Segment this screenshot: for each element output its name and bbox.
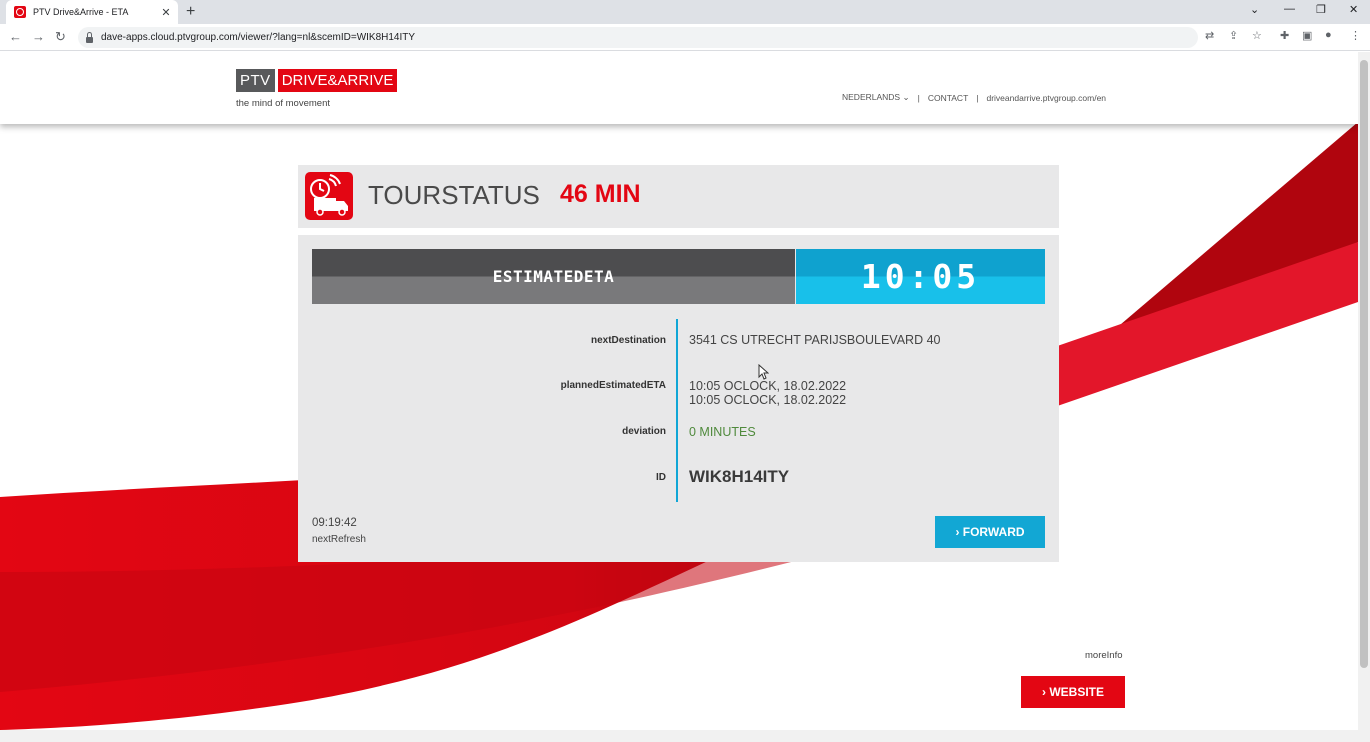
website-button[interactable]: › WEBSITE [1021,676,1125,708]
chevron-down-icon: ⌄ [900,92,910,102]
site-header: PTV DRIVE&ARRIVE the mind of movement NE… [0,52,1358,124]
tagline: the mind of movement [236,98,330,109]
contact-link[interactable]: CONTACT [928,93,968,103]
lock-icon [86,31,93,43]
eta-card: ESTIMATEDETA 10:05 nextDestination 3541 … [298,235,1059,562]
side-panel-icon[interactable]: ▣ [1302,29,1312,42]
close-tab-icon[interactable]: ✕ [158,6,174,19]
next-destination-value: 3541 CS UTRECHT PARIJSBOULEVARD 40 [689,333,941,347]
top-navigation: NEDERLANDS ⌄ | CONTACT | driveandarrive.… [842,92,1106,103]
tour-status-title: TOURSTATUS [368,180,540,210]
planned-eta-label: plannedEstimatedETA [560,380,666,391]
deviation-value: 0 MINUTES [689,425,756,439]
nav-separator: | [976,92,979,103]
next-destination-label: nextDestination [590,335,666,346]
close-window-icon[interactable]: ✕ [1349,3,1358,16]
tab-title: PTV Drive&Arrive - ETA [33,7,129,17]
tour-status-header: TOURSTATUS 46 MIN [298,165,1059,228]
horizontal-scrollbar[interactable] [0,730,1370,742]
language-selector[interactable]: NEDERLANDS ⌄ [842,92,910,103]
reload-icon[interactable]: ↻ [55,29,66,45]
eta-label: ESTIMATEDETA [492,267,615,286]
forward-button[interactable]: › FORWARD [935,516,1045,548]
remaining-minutes: 46 MIN [560,180,641,208]
deviation-label: deviation [622,426,666,437]
extensions-icon[interactable]: ✚ [1280,29,1289,42]
page-content: PTV DRIVE&ARRIVE the mind of movement NE… [0,52,1358,730]
eta-time: 10:05 [860,257,981,296]
forward-nav-icon[interactable]: → [32,29,45,44]
bookmark-star-icon[interactable]: ☆ [1252,29,1262,42]
restore-icon[interactable]: ❐ [1316,3,1326,16]
next-refresh-label: nextRefresh [312,534,366,545]
logo-ptv-text: PTV [236,69,275,92]
logo-brand-text: DRIVE&ARRIVE [277,69,398,92]
url-text: dave-apps.cloud.ptvgroup.com/viewer/?lan… [101,32,416,43]
planned-eta-value-secondary: 10:05 OCLOCK, 18.02.2022 [689,393,847,407]
scrollbar-thumb[interactable] [1360,60,1368,668]
eta-label-panel: ESTIMATEDETA [312,249,795,304]
website-link[interactable]: driveandarrive.ptvgroup.com/en [986,93,1106,103]
vertical-scrollbar[interactable] [1358,52,1370,730]
translate-icon[interactable]: ⇄ [1205,29,1214,42]
profile-icon[interactable]: ● [1325,29,1332,41]
id-value: WIK8H14ITY [689,467,790,486]
next-refresh-time: 09:19:42 [312,517,357,529]
back-icon[interactable]: ← [9,29,22,44]
details-divider [676,319,678,502]
nav-separator: | [917,92,920,103]
browser-toolbar: ← → ↻ dave-apps.cloud.ptvgroup.com/viewe… [0,24,1370,51]
planned-eta-value: 10:05 OCLOCK, 18.02.2022 [689,379,847,393]
new-tab-icon[interactable]: + [186,3,195,21]
menu-icon[interactable]: ⋮ [1350,29,1361,42]
delivery-truck-icon [305,172,353,220]
ptv-favicon-icon [14,6,26,18]
share-icon[interactable]: ⇪ [1229,29,1238,42]
tab-search-icon[interactable]: ⌄ [1250,3,1259,16]
browser-tab[interactable]: PTV Drive&Arrive - ETA ✕ [6,0,178,24]
address-bar[interactable]: dave-apps.cloud.ptvgroup.com/viewer/?lan… [78,27,1198,48]
more-info-label: moreInfo [1085,650,1123,661]
ptv-logo[interactable]: PTV DRIVE&ARRIVE [236,69,398,92]
mouse-cursor-icon [758,364,769,380]
minimize-icon[interactable]: — [1284,3,1295,15]
id-label: ID [656,472,666,483]
eta-time-panel: 10:05 [796,249,1045,304]
browser-tab-bar: PTV Drive&Arrive - ETA ✕ + ⌄ — ❐ ✕ [0,0,1370,24]
